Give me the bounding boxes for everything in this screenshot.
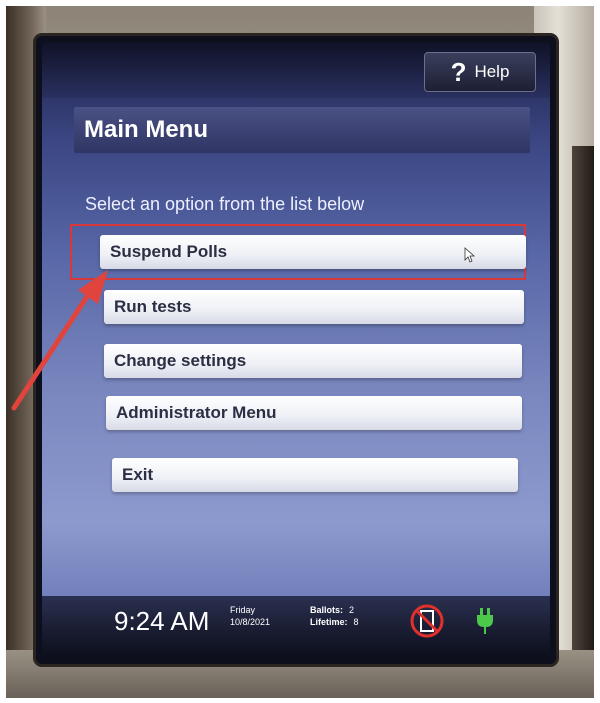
- date-value: 10/8/2021: [230, 617, 271, 627]
- no-paper-icon: [410, 604, 444, 638]
- suspend-polls-label: Suspend Polls: [110, 242, 228, 261]
- ballots-value: 2: [349, 605, 355, 615]
- page-title: Main Menu: [84, 116, 208, 143]
- administrator-menu-button[interactable]: Administrator Menu: [106, 396, 522, 430]
- change-settings-label: Change settings: [114, 351, 247, 370]
- exit-label: Exit: [122, 465, 154, 484]
- screen-content: ? Help Main Menu Select an option from t…: [42, 42, 550, 658]
- ballots-label: Ballots:: [310, 605, 344, 615]
- touch-screen: ? Help Main Menu Select an option from t…: [36, 36, 556, 664]
- mouse-cursor-icon: [464, 247, 476, 263]
- administrator-menu-label: Administrator Menu: [116, 403, 277, 422]
- day-of-week: Friday: [230, 605, 256, 615]
- title-bar: Main Menu: [74, 107, 530, 153]
- exit-button[interactable]: Exit: [112, 458, 518, 492]
- lifetime-label: Lifetime:: [310, 617, 348, 627]
- help-button[interactable]: ? Help: [424, 52, 536, 92]
- power-plug-icon: [477, 608, 493, 634]
- ballot-counts: Ballots: 2 Lifetime: 8: [310, 604, 359, 628]
- status-bar: 9:24 AM Friday 10/8/2021 Ballots: 2 Lifet…: [42, 596, 550, 658]
- question-mark-icon: ?: [450, 57, 467, 87]
- run-tests-label: Run tests: [114, 297, 192, 316]
- suspend-polls-button[interactable]: Suspend Polls: [100, 235, 526, 269]
- instruction-text: Select an option from the list below: [85, 194, 365, 214]
- help-label: Help: [474, 62, 510, 81]
- run-tests-button[interactable]: Run tests: [104, 290, 524, 324]
- clock-time: 9:24 AM: [114, 606, 210, 636]
- lifetime-value: 8: [353, 617, 359, 627]
- device-edge-shadow: [572, 146, 594, 698]
- change-settings-button[interactable]: Change settings: [104, 344, 522, 378]
- device-photo: ? Help Main Menu Select an option from t…: [6, 6, 594, 698]
- date-display: Friday 10/8/2021: [230, 604, 270, 628]
